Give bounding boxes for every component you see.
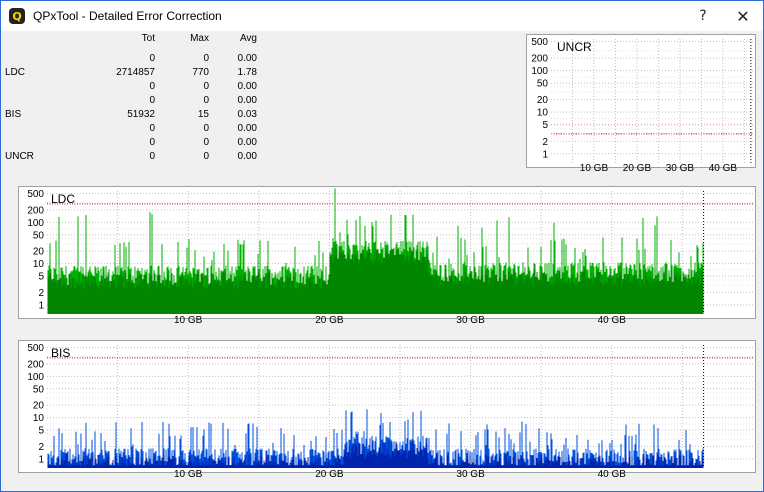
row-max: 0 [203,95,209,106]
row-max: 0 [203,123,209,134]
row-tot: 51932 [127,109,155,120]
x-tick-label: 30 GB [456,469,485,480]
y-tick-label: 500 [531,37,548,48]
y-tick-label: 50 [537,79,549,90]
x-tick-label: 20 GB [315,469,344,480]
stats-header-row: Tot Max Avg [5,33,261,47]
x-tick-label: 40 GB [708,163,738,174]
table-row: 0 0 0.00 [5,95,261,109]
y-tick-label: 100 [27,372,44,383]
row-max: 0 [203,53,209,64]
y-tick-label: 100 [531,66,548,77]
y-tick-label: 20 [537,95,549,106]
ldc-chart-plot: 500 200 10050 2010 5 21 LDC [27,188,753,314]
row-label: UNCR [5,151,34,162]
x-tick-label: 40 GB [597,315,626,326]
uncr-chart-plot: 500 200100 50 20 105 21 UNCR [531,37,753,163]
x-tick-label: 10 GB [174,469,203,480]
y-tick-label: 10 [33,413,45,424]
table-row: LDC 2714857 770 1.78 [5,67,261,81]
x-tick-label: 40 GB [597,469,626,480]
row-max: 0 [203,81,209,92]
y-tick-label: 500 [27,189,44,200]
bis-chart-plot: 500 200 10050 2010 5 21 BIS [27,343,753,468]
row-max: 0 [203,137,209,148]
y-tick-label: 5 [542,120,548,131]
row-tot: 0 [149,95,155,106]
row-label: BIS [5,109,22,120]
row-label: LDC [5,67,26,78]
x-tick-label: 20 GB [622,163,652,174]
row-avg: 1.78 [237,67,257,78]
y-tick-label: 5 [38,272,44,283]
title-bar[interactable]: Q QPxTool - Detailed Error Correction ? … [1,1,763,31]
y-tick-label: 5 [38,426,44,437]
y-tick-label: 500 [27,343,44,354]
row-max: 770 [192,67,209,78]
header-tot: Tot [141,33,155,44]
table-row: 0 0 0.00 [5,53,261,67]
table-row: 0 0 0.00 [5,123,261,137]
header-avg: Avg [239,33,257,44]
ldc-chart: 500 200 100 50 20 10 5 2 1 LDC [18,186,756,319]
window-title: QPxTool - Detailed Error Correction [33,9,222,23]
row-tot: 2714857 [116,67,155,78]
y-tick-label: 200 [27,359,44,370]
row-max: 0 [203,151,209,162]
y-tick-label: 100 [27,218,44,229]
row-tot: 0 [149,81,155,92]
x-tick-label: 10 GB [579,163,609,174]
row-tot: 0 [149,53,155,64]
chart-title: BIS [51,346,70,360]
table-row: UNCR 0 0 0.00 [5,151,261,165]
y-tick-label: 2 [542,137,548,148]
header-max: Max [190,33,209,44]
row-avg: 0.00 [237,53,257,64]
x-tick-label: 30 GB [665,163,695,174]
row-max: 15 [197,109,209,120]
statistics-table: Tot Max Avg 0 0 0.00 LDC 2714857 770 1.7… [5,33,261,163]
chart-title: LDC [51,192,75,206]
row-tot: 0 [149,123,155,134]
x-tick-label: 10 GB [174,315,203,326]
y-tick-label: 10 [33,259,45,270]
y-tick-label: 200 [531,54,548,65]
row-tot: 0 [149,137,155,148]
y-tick-label: 2 [38,288,44,299]
app-logo-icon: Q [9,8,25,24]
help-button[interactable]: ? [683,1,723,31]
chart-title: UNCR [557,40,592,54]
bis-chart: 500 200 100 50 20 10 5 2 1 BIS [18,340,756,473]
app-window: Q QPxTool - Detailed Error Correction ? … [0,0,764,492]
y-tick-label: 50 [33,384,45,395]
x-tick-label: 20 GB [315,315,344,326]
y-tick-label: 1 [38,300,44,311]
y-tick-label: 2 [38,442,44,453]
table-row: 0 0 0.00 [5,137,261,151]
y-tick-label: 20 [33,247,45,258]
y-tick-label: 50 [33,230,45,241]
y-tick-label: 1 [38,454,44,465]
row-avg: 0.00 [237,151,257,162]
row-avg: 0.03 [237,109,257,120]
y-tick-label: 20 [33,401,45,412]
y-tick-label: 200 [27,205,44,216]
row-tot: 0 [149,151,155,162]
row-avg: 0.00 [237,137,257,148]
row-avg: 0.00 [237,81,257,92]
table-row: BIS 51932 15 0.03 [5,109,261,123]
y-tick-label: 10 [537,108,549,119]
y-tick-label: 1 [542,149,548,160]
x-tick-label: 30 GB [456,315,485,326]
row-avg: 0.00 [237,95,257,106]
row-avg: 0.00 [237,123,257,134]
uncr-chart: 500 200 100 50 20 10 5 2 1 UNCR [526,34,756,168]
close-button[interactable]: ✕ [723,1,763,31]
table-row: 0 0 0.00 [5,81,261,95]
